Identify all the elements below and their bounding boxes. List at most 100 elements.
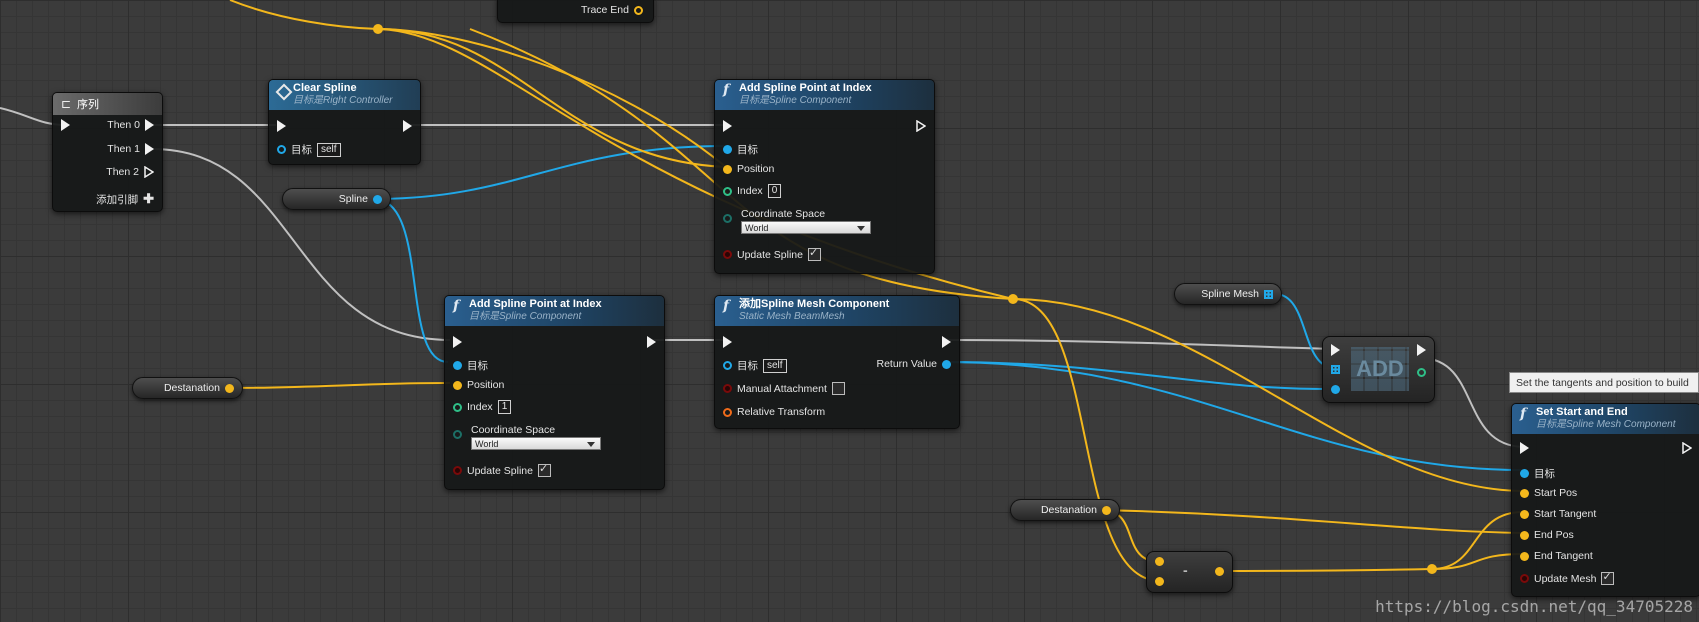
then1-exec-pin[interactable]	[145, 143, 154, 155]
add-point-0-update-label: Update Spline	[737, 248, 803, 261]
var-spline-pin[interactable]	[373, 194, 382, 204]
var-destanation-1-pin[interactable]	[225, 383, 234, 393]
var-destanation-1[interactable]: Destanation	[132, 377, 243, 399]
sequence-exec-in[interactable]	[61, 119, 70, 131]
var-destanation-2[interactable]: Destanation	[1010, 499, 1120, 521]
array-add-exec-out[interactable]	[1417, 344, 1426, 356]
node-add-spline-mesh[interactable]: f 添加Spline Mesh Component Static Mesh Be…	[714, 295, 960, 429]
sequence-icon: ⊏	[61, 97, 72, 111]
subtract-input-b-pin[interactable]	[1155, 577, 1164, 586]
add-point-0-coord-pin[interactable]	[723, 214, 732, 223]
clear-spline-exec-in[interactable]	[277, 120, 286, 132]
var-spline[interactable]: Spline	[282, 188, 391, 210]
add-point-0-update-pin[interactable]	[723, 250, 732, 259]
add-point-1-title: Add Spline Point at Index	[469, 298, 602, 310]
then2-exec-pin[interactable]	[144, 166, 154, 178]
set-start-end-update-checkbox[interactable]	[1601, 570, 1615, 585]
add-point-0-exec-out[interactable]	[916, 120, 926, 132]
subtract-output-pin[interactable]	[1215, 567, 1224, 576]
wire-sub-out	[1213, 568, 1433, 572]
set-start-end-exec-out[interactable]	[1682, 442, 1692, 454]
node-clear-spline[interactable]: Clear Spline 目标是Right Controller 目标 self	[268, 79, 421, 165]
add-point-1-coord-dropdown[interactable]: World	[471, 437, 601, 450]
node-set-start-end[interactable]: f Set Start and End 目标是Spline Mesh Compo…	[1511, 403, 1699, 597]
add-point-1-position-label: Position	[467, 379, 505, 391]
var-destanation-2-pin[interactable]	[1102, 505, 1111, 515]
add-point-0-target-pin[interactable]	[723, 145, 732, 154]
node-trace-fragment[interactable]: Trace End	[497, 0, 654, 23]
node-tooltip: Set the tangents and position to build	[1509, 372, 1699, 393]
set-start-end-update-pin[interactable]	[1520, 574, 1529, 583]
add-point-1-header: f Add Spline Point at Index 目标是Spline Co…	[445, 296, 664, 326]
add-point-1-index-value[interactable]: 1	[497, 400, 512, 414]
add-point-1-coord-label: Coordinate Space	[471, 424, 556, 436]
add-mesh-exec-out[interactable]	[942, 336, 951, 348]
add-point-1-subtitle: 目标是Spline Component	[469, 311, 582, 322]
set-start-end-endpos-label: End Pos	[1534, 529, 1574, 541]
array-add-exec-in[interactable]	[1331, 344, 1340, 356]
add-mesh-return-pin[interactable]	[942, 359, 951, 369]
node-sequence[interactable]: ⊏ 序列 Then 0 Then 1 Then 2 添加引脚 ✚	[52, 92, 163, 212]
reroute-knot-mid	[1008, 294, 1018, 304]
clear-spline-exec-out[interactable]	[403, 120, 412, 132]
set-start-end-header: f Set Start and End 目标是Spline Mesh Compo…	[1512, 404, 1699, 434]
add-point-0-coord-dropdown[interactable]: World	[741, 221, 871, 234]
add-point-0-update-checkbox[interactable]	[807, 246, 821, 261]
clear-spline-target-value[interactable]: self	[317, 142, 341, 157]
node-array-add[interactable]: ADD	[1322, 336, 1435, 403]
reroute-knot-top	[373, 24, 383, 34]
add-point-0-position-pin[interactable]	[723, 164, 732, 174]
add-mesh-relative-pin[interactable]	[723, 407, 732, 417]
array-add-index-pin[interactable]	[1417, 368, 1426, 377]
add-point-1-update-checkbox[interactable]	[537, 462, 551, 477]
wire-top-a	[229, 0, 379, 30]
set-start-end-starttan-pin[interactable]	[1520, 509, 1529, 519]
add-point-0-index-value[interactable]: 0	[767, 184, 782, 198]
add-point-1-position-pin[interactable]	[453, 380, 462, 390]
add-point-0-exec-in[interactable]	[723, 120, 732, 132]
set-start-end-endpos-pin[interactable]	[1520, 530, 1529, 540]
add-mesh-header: f 添加Spline Mesh Component Static Mesh Be…	[715, 296, 959, 326]
node-subtract[interactable]: -	[1146, 551, 1233, 593]
add-mesh-exec-in[interactable]	[723, 336, 732, 348]
add-point-1-exec-in[interactable]	[453, 336, 462, 348]
clear-spline-target-pin[interactable]	[277, 145, 286, 154]
then0-exec-pin[interactable]	[145, 119, 154, 131]
add-point-1-update-pin[interactable]	[453, 466, 462, 475]
trace-end-label: Trace End	[580, 4, 629, 16]
set-start-end-startpos-pin[interactable]	[1520, 488, 1529, 498]
add-point-1-target-label: 目标	[467, 360, 488, 372]
sequence-header: ⊏ 序列	[53, 93, 162, 115]
array-add-item-pin[interactable]	[1331, 385, 1340, 394]
add-pin-plus-icon[interactable]: ✚	[143, 191, 154, 207]
add-point-0-index-pin[interactable]	[723, 186, 732, 196]
then2-label: Then 2	[106, 166, 139, 178]
set-start-end-update-label: Update Mesh	[1534, 572, 1597, 585]
node-add-spline-point-1[interactable]: f Add Spline Point at Index 目标是Spline Co…	[444, 295, 665, 490]
wire-spline-to-add2	[373, 198, 449, 363]
set-start-end-target-pin[interactable]	[1520, 469, 1529, 478]
add-point-1-exec-out[interactable]	[647, 336, 656, 348]
array-add-array-pin[interactable]	[1331, 365, 1340, 374]
add-point-0-coord-label: Coordinate Space	[741, 208, 826, 220]
var-spline-mesh[interactable]: Spline Mesh	[1174, 283, 1282, 305]
set-start-end-exec-in[interactable]	[1520, 442, 1529, 454]
set-start-end-endtan-pin[interactable]	[1520, 551, 1529, 561]
add-mesh-target-pin[interactable]	[723, 361, 732, 370]
array-grid-icon[interactable]	[1264, 289, 1273, 299]
add-mesh-title: 添加Spline Mesh Component	[739, 298, 890, 310]
add-point-1-target-pin[interactable]	[453, 361, 462, 370]
add-mesh-manual-checkbox[interactable]	[831, 382, 845, 395]
trace-end-pin[interactable]	[634, 5, 643, 15]
add-mesh-manual-pin[interactable]	[723, 384, 732, 393]
add-point-0-index-label: Index	[737, 185, 763, 197]
add-point-1-index-pin[interactable]	[453, 402, 462, 412]
clear-spline-title: Clear Spline	[293, 82, 357, 94]
var-spline-mesh-label: Spline Mesh	[1201, 288, 1259, 300]
add-point-1-update-label: Update Spline	[467, 464, 533, 477]
add-mesh-target-value[interactable]: self	[763, 358, 787, 373]
var-destanation-1-label: Destanation	[163, 382, 220, 394]
node-add-spline-point-0[interactable]: f Add Spline Point at Index 目标是Spline Co…	[714, 79, 935, 274]
add-point-1-coord-pin[interactable]	[453, 430, 462, 439]
subtract-input-a-pin[interactable]	[1155, 557, 1164, 566]
